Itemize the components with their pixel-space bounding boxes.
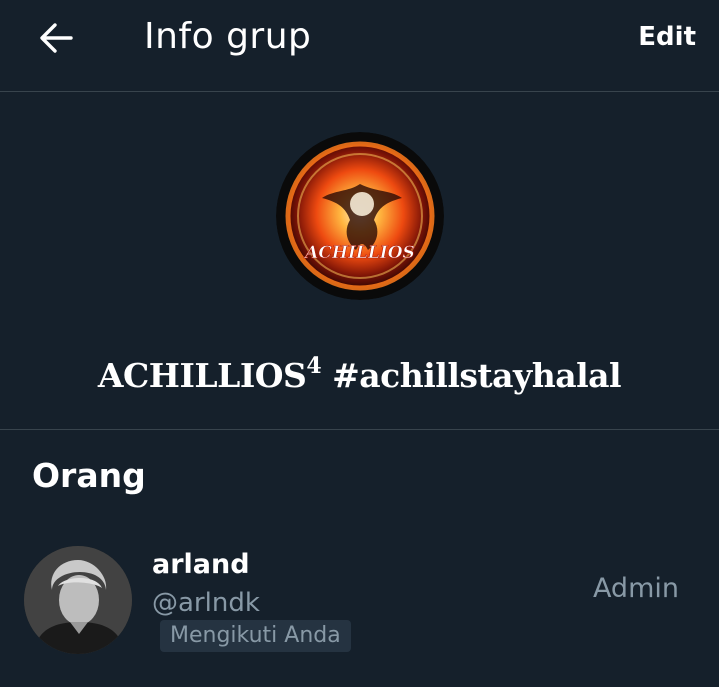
member-role-label: Admin <box>592 573 679 604</box>
group-name-hashtag: #achillstayhalal <box>321 356 622 395</box>
group-avatar-text: ACHILLIOS <box>303 243 415 263</box>
arrow-left-icon <box>40 23 73 53</box>
group-avatar[interactable]: ACHILLIOS <box>276 132 444 300</box>
members-heading: Orang <box>32 456 146 495</box>
top-bar: Info grup Edit <box>0 0 719 92</box>
member-name: arland <box>152 549 250 580</box>
group-name-text: ACHILLIOS <box>97 356 307 395</box>
avatar[interactable] <box>24 546 132 654</box>
back-button[interactable] <box>36 18 76 58</box>
group-name-superscript: 4 <box>306 353 322 379</box>
group-name: ACHILLIOS4 #achillstayhalal <box>0 344 719 398</box>
follows-you-badge: Mengikuti Anda <box>160 620 351 652</box>
member-row[interactable]: arland @arlndk Mengikuti Anda Admin <box>0 530 719 670</box>
member-handle: @arlndk <box>152 588 260 618</box>
page-title: Info grup <box>144 16 312 57</box>
edit-button[interactable]: Edit <box>638 20 696 54</box>
group-info: ACHILLIOS ACHILLIOS4 #achillstayhalal <box>0 92 719 430</box>
